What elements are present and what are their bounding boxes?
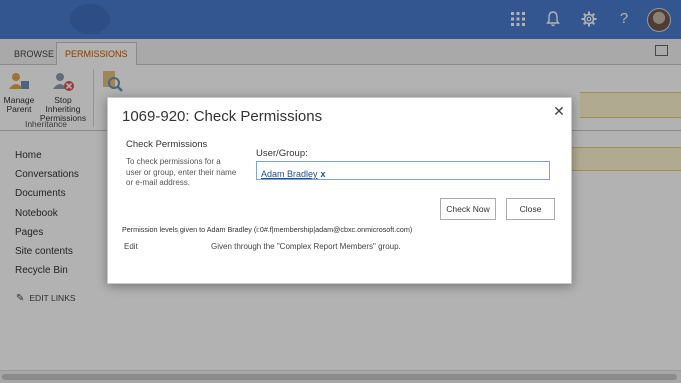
permission-level: Edit [124, 242, 138, 251]
user-group-input[interactable]: Adam Bradley x [256, 161, 550, 180]
user-group-label: User/Group: [256, 148, 308, 159]
check-now-button[interactable]: Check Now [440, 198, 496, 220]
close-button[interactable]: Close [506, 198, 555, 220]
user-token[interactable]: Adam Bradley [261, 169, 318, 179]
dialog-title: 1069-920: Check Permissions [122, 108, 323, 125]
section-heading: Check Permissions [126, 139, 208, 150]
close-icon[interactable]: ✕ [552, 104, 566, 118]
permission-levels-heading: Permission levels given to Adam Bradley … [122, 225, 413, 234]
section-description: To check permissions for a user or group… [126, 157, 237, 187]
permission-source: Given through the "Complex Report Member… [211, 242, 401, 251]
check-permissions-dialog: 1069-920: Check Permissions ✕ Check Perm… [107, 97, 572, 284]
remove-user-button[interactable]: x [321, 169, 326, 179]
